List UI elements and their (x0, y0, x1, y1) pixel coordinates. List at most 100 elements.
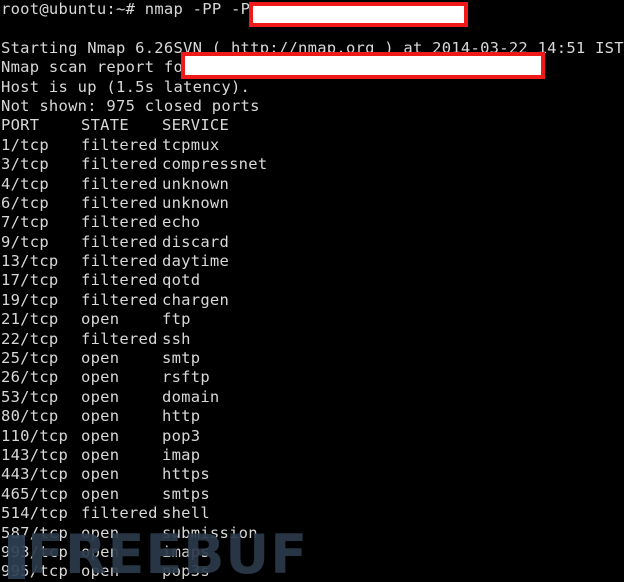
service-cell: ftp (162, 310, 191, 329)
state-cell: open (81, 465, 120, 484)
port-table-body: 1/tcp filtered tcpmux 3/tcp filtered compress… (0, 136, 624, 582)
state-cell: filtered (81, 135, 158, 154)
port-row: 443/tcp open https (0, 465, 624, 484)
state-cell: open (81, 484, 120, 503)
service-cell: pop3 (162, 426, 201, 445)
port-row: 80/tcp open http (0, 407, 624, 426)
port-row: 17/tcp filtered qotd (0, 271, 624, 290)
not-shown-line: Not shown: 975 closed ports (1, 96, 260, 115)
port-cell: 19/tcp (1, 290, 59, 309)
port-cell: 22/tcp (1, 329, 59, 348)
port-row: 3/tcp filtered compressnet (0, 155, 624, 174)
state-cell: open (81, 562, 120, 581)
port-row: 993/tcp open imaps (0, 543, 624, 562)
port-cell: 3/tcp (1, 155, 49, 174)
terminal-output-area[interactable]: root@ubuntu:~# nmap -PP -Pn Starting Nma… (0, 0, 624, 582)
port-row: 25/tcp open smtp (0, 349, 624, 368)
port-cell: 80/tcp (1, 407, 59, 426)
state-cell: filtered (81, 213, 158, 232)
port-row: 4/tcp filtered unknown (0, 175, 624, 194)
port-row: 19/tcp filtered chargen (0, 291, 624, 310)
port-cell: 13/tcp (1, 252, 59, 271)
port-row: 53/tcp open domain (0, 388, 624, 407)
state-cell: open (81, 407, 120, 426)
port-cell: 110/tcp (1, 426, 69, 445)
state-cell: open (81, 542, 120, 561)
state-cell: open (81, 310, 120, 329)
command-text (135, 0, 145, 18)
service-cell: pop3s (162, 562, 210, 581)
state-cell: filtered (81, 504, 158, 523)
service-cell: smtp (162, 349, 201, 368)
scan-target-redaction (181, 52, 545, 79)
port-row: 110/tcp open pop3 (0, 427, 624, 446)
service-cell: smtps (162, 484, 210, 503)
host-status-line: Host is up (1.5s latency). (1, 77, 251, 96)
service-cell: unknown (162, 174, 230, 193)
port-row: 26/tcp open rsftp (0, 368, 624, 387)
port-row: 587/tcp open submission (0, 524, 624, 543)
service-cell: echo (162, 213, 201, 232)
state-cell: filtered (81, 329, 158, 348)
header-service: SERVICE (162, 116, 230, 135)
state-cell: filtered (81, 193, 158, 212)
state-cell: filtered (81, 174, 158, 193)
service-cell: imaps (162, 542, 210, 561)
state-cell: open (81, 387, 120, 406)
port-row: 465/tcp open smtps (0, 485, 624, 504)
service-cell: http (162, 407, 201, 426)
port-cell: 465/tcp (1, 484, 69, 503)
state-cell: open (81, 426, 120, 445)
service-cell: qotd (162, 271, 201, 290)
service-cell: unknown (162, 193, 230, 212)
port-row: 995/tcp open pop3s (0, 562, 624, 581)
port-row: 21/tcp open ftp (0, 310, 624, 329)
terminal-window: FREEBUF root@ubuntu:~# nmap -PP -Pn Star… (0, 0, 624, 582)
shell-prompt: root@ubuntu:~# (1, 0, 136, 18)
port-cell: 514/tcp (1, 504, 69, 523)
port-row: 6/tcp filtered unknown (0, 194, 624, 213)
service-cell: compressnet (162, 155, 268, 174)
port-row: 22/tcp filtered ssh (0, 330, 624, 349)
port-cell: 4/tcp (1, 174, 49, 193)
state-cell: open (81, 368, 120, 387)
port-row: 514/tcp filtered shell (0, 504, 624, 523)
header-state: STATE (81, 116, 129, 135)
port-table-header: PORT STATE SERVICE (0, 116, 624, 135)
port-cell: 993/tcp (1, 542, 69, 561)
service-cell: discard (162, 232, 230, 251)
service-cell: shell (162, 504, 210, 523)
port-cell: 9/tcp (1, 232, 49, 251)
port-cell: 1/tcp (1, 135, 49, 154)
command-target-redaction (249, 2, 468, 27)
port-cell: 6/tcp (1, 193, 49, 212)
state-cell: filtered (81, 232, 158, 251)
port-cell: 26/tcp (1, 368, 59, 387)
port-row: 13/tcp filtered daytime (0, 252, 624, 271)
port-cell: 587/tcp (1, 523, 69, 542)
service-cell: daytime (162, 252, 230, 271)
service-cell: submission (162, 523, 258, 542)
port-cell: 17/tcp (1, 271, 59, 290)
state-cell: filtered (81, 155, 158, 174)
port-cell: 53/tcp (1, 387, 59, 406)
service-cell: tcpmux (162, 135, 220, 154)
service-cell: rsftp (162, 368, 210, 387)
state-cell: open (81, 445, 120, 464)
port-cell: 443/tcp (1, 465, 69, 484)
state-cell: open (81, 523, 120, 542)
port-row: 9/tcp filtered discard (0, 233, 624, 252)
port-cell: 21/tcp (1, 310, 59, 329)
port-cell: 7/tcp (1, 213, 49, 232)
service-cell: ssh (162, 329, 191, 348)
service-cell: domain (162, 387, 220, 406)
service-cell: https (162, 465, 210, 484)
service-cell: imap (162, 445, 201, 464)
state-cell: filtered (81, 252, 158, 271)
port-row: 143/tcp open imap (0, 446, 624, 465)
state-cell: open (81, 349, 120, 368)
state-cell: filtered (81, 290, 158, 309)
state-cell: filtered (81, 271, 158, 290)
header-port: PORT (1, 116, 40, 135)
port-cell: 25/tcp (1, 349, 59, 368)
